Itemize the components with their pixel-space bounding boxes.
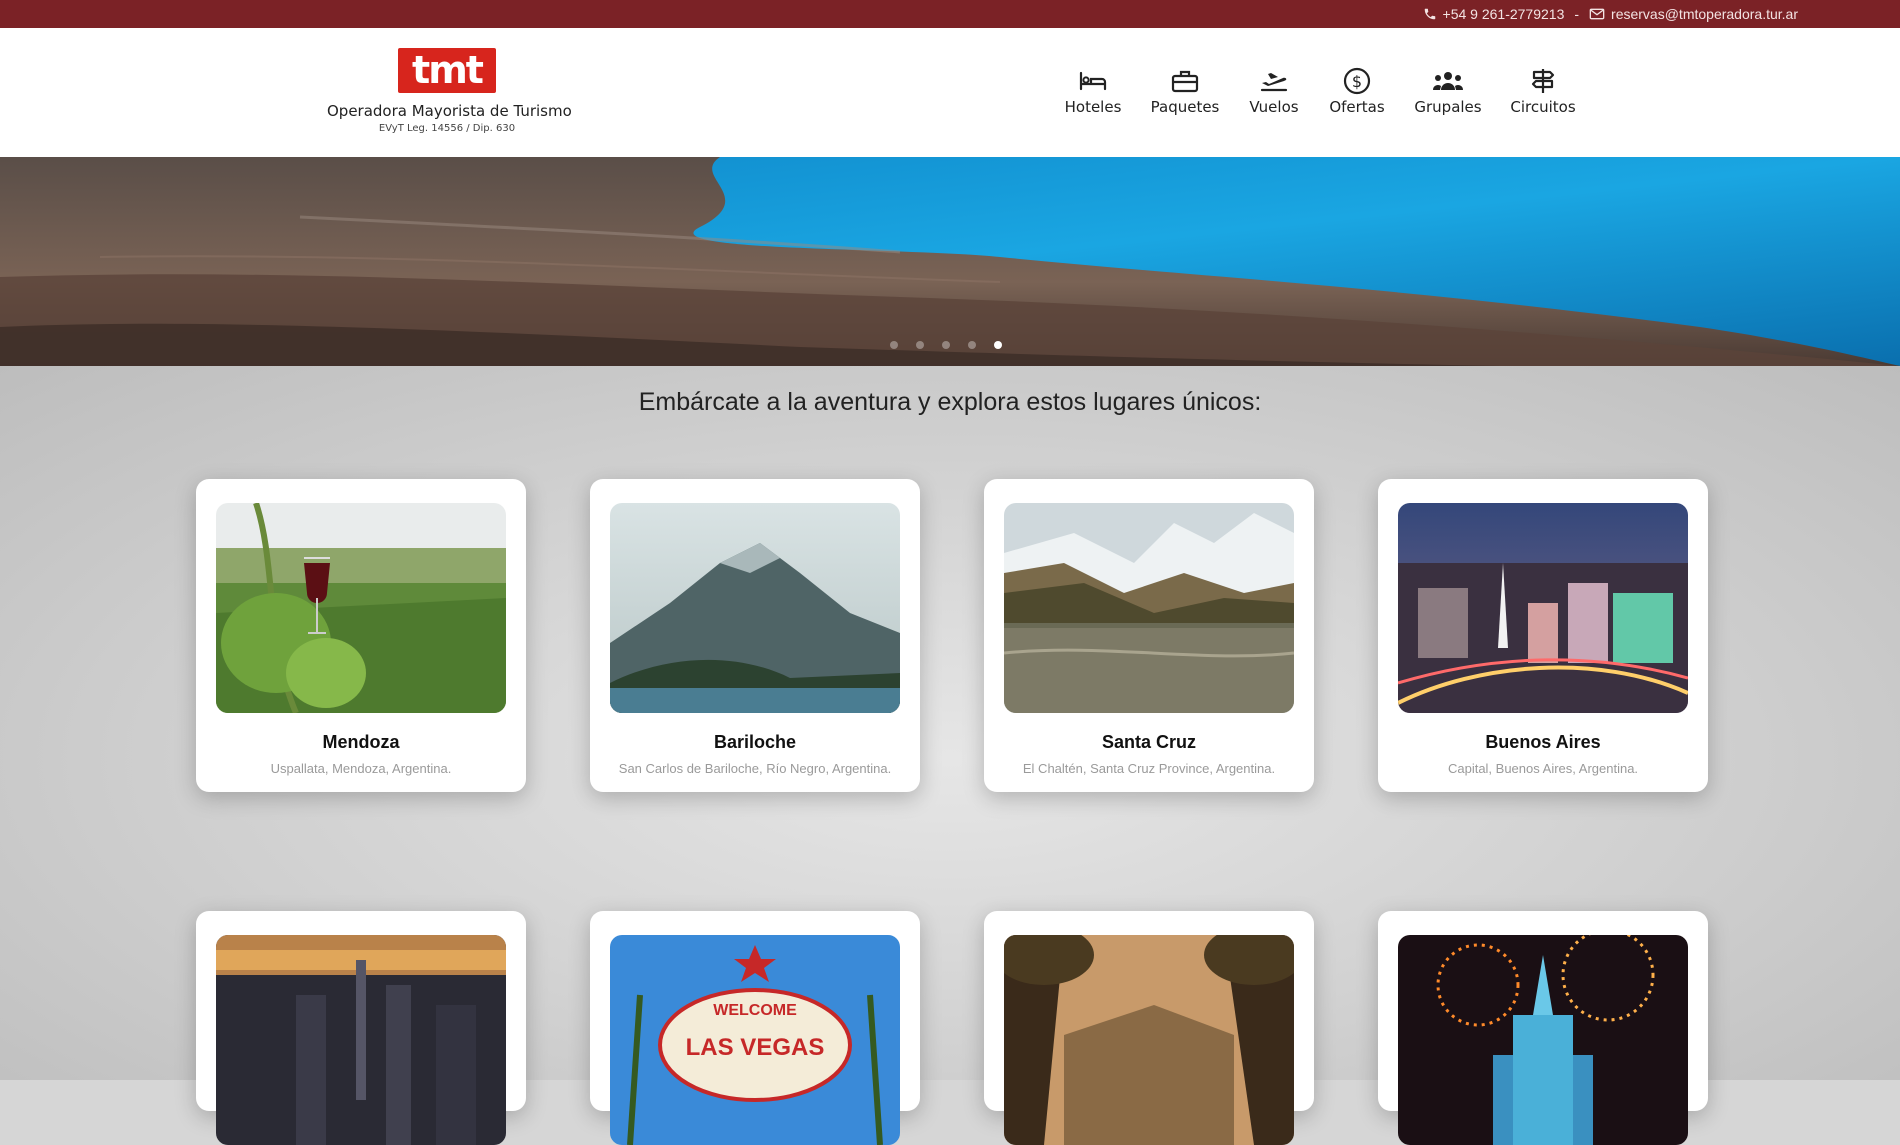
destination-photo	[216, 935, 506, 1145]
nav-label: Vuelos	[1249, 98, 1299, 116]
dollar-circle-icon: $	[1309, 66, 1405, 96]
destination-location: San Carlos de Bariloche, Río Negro, Arge…	[618, 761, 892, 776]
destination-card-las-vegas[interactable]: WELCOME LAS VEGAS	[590, 911, 920, 1145]
bed-icon	[1045, 66, 1141, 96]
destination-card-buenos-aires[interactable]: Buenos Aires Capital, Buenos Aires, Arge…	[1378, 479, 1708, 792]
carousel-indicators	[890, 341, 1002, 349]
top-contact-bar: +54 9 261-2779213 - reservas@tmtoperador…	[0, 0, 1900, 28]
carousel-dot-2[interactable]	[916, 341, 924, 349]
destination-photo	[1004, 503, 1294, 713]
destination-photo: WELCOME LAS VEGAS	[610, 935, 900, 1145]
nav-item-vuelos[interactable]: Vuelos	[1226, 66, 1322, 116]
destination-location: Capital, Buenos Aires, Argentina.	[1447, 761, 1639, 776]
section-headline: Embárcate a la aventura y explora estos …	[638, 388, 1262, 416]
carousel-dot-3[interactable]	[942, 341, 950, 349]
svg-text:LAS VEGAS: LAS VEGAS	[686, 1034, 825, 1061]
destination-location: Uspallata, Mendoza, Argentina.	[270, 761, 452, 776]
nav-item-paquetes[interactable]: Paquetes	[1137, 66, 1233, 116]
nav-item-grupales[interactable]: Grupales	[1400, 66, 1496, 116]
hero-carousel[interactable]	[0, 157, 1900, 366]
destination-location: El Chaltén, Santa Cruz Province, Argenti…	[1022, 761, 1276, 776]
nav-item-ofertas[interactable]: $ Ofertas	[1309, 66, 1405, 116]
nav-label: Ofertas	[1329, 98, 1385, 116]
destination-title: Mendoza	[322, 732, 400, 752]
nav-label: Paquetes	[1150, 98, 1220, 116]
svg-text:WELCOME: WELCOME	[713, 1002, 797, 1019]
mail-icon	[1589, 7, 1605, 21]
destination-photo	[1398, 503, 1688, 713]
destination-photo	[216, 503, 506, 713]
suitcase-icon	[1137, 66, 1233, 96]
phone-icon	[1423, 7, 1437, 21]
nav-label: Circuitos	[1510, 98, 1576, 116]
signpost-icon	[1495, 66, 1591, 96]
destination-card-hollywood[interactable]	[984, 911, 1314, 1145]
email-link[interactable]: reservas@tmtoperadora.tur.ar	[1611, 6, 1798, 22]
svg-text:$: $	[1352, 72, 1362, 91]
destinations-section: Embárcate a la aventura y explora estos …	[0, 366, 1900, 1145]
phone-link[interactable]: +54 9 261-2779213	[1443, 6, 1565, 22]
destination-card-bariloche[interactable]: Bariloche San Carlos de Bariloche, Río N…	[590, 479, 920, 792]
plane-departure-icon	[1226, 66, 1322, 96]
users-icon	[1400, 66, 1496, 96]
contact-info: +54 9 261-2779213 - reservas@tmtoperador…	[1423, 6, 1798, 22]
destination-title: Santa Cruz	[1101, 732, 1197, 752]
nav-item-hoteles[interactable]: Hoteles	[1045, 66, 1141, 116]
destination-title: Buenos Aires	[1485, 732, 1601, 752]
site-header: tmt Operadora Mayorista de Turismo EVyT …	[0, 28, 1900, 157]
destination-card-mendoza[interactable]: Mendoza Uspallata, Mendoza, Argentina.	[196, 479, 526, 792]
nav-label: Hoteles	[1064, 98, 1122, 116]
nav-item-circuitos[interactable]: Circuitos	[1495, 66, 1591, 116]
hero-image-coastline	[0, 157, 1900, 366]
destination-card-santa-cruz[interactable]: Santa Cruz El Chaltén, Santa Cruz Provin…	[984, 479, 1314, 792]
destination-card-castle[interactable]	[1378, 911, 1708, 1145]
nav-label: Grupales	[1414, 98, 1482, 116]
carousel-dot-5[interactable]	[994, 341, 1002, 349]
carousel-dot-1[interactable]	[890, 341, 898, 349]
main-nav: Hoteles Paquetes Vuelos $ Ofertas Grupal…	[0, 66, 1900, 126]
destination-photo	[1398, 935, 1688, 1145]
destination-photo	[610, 503, 900, 713]
destination-card-city-skyline[interactable]	[196, 911, 526, 1145]
destination-photo	[1004, 935, 1294, 1145]
carousel-dot-4[interactable]	[968, 341, 976, 349]
contact-separator: -	[1574, 6, 1580, 22]
destination-title: Bariloche	[713, 732, 797, 752]
